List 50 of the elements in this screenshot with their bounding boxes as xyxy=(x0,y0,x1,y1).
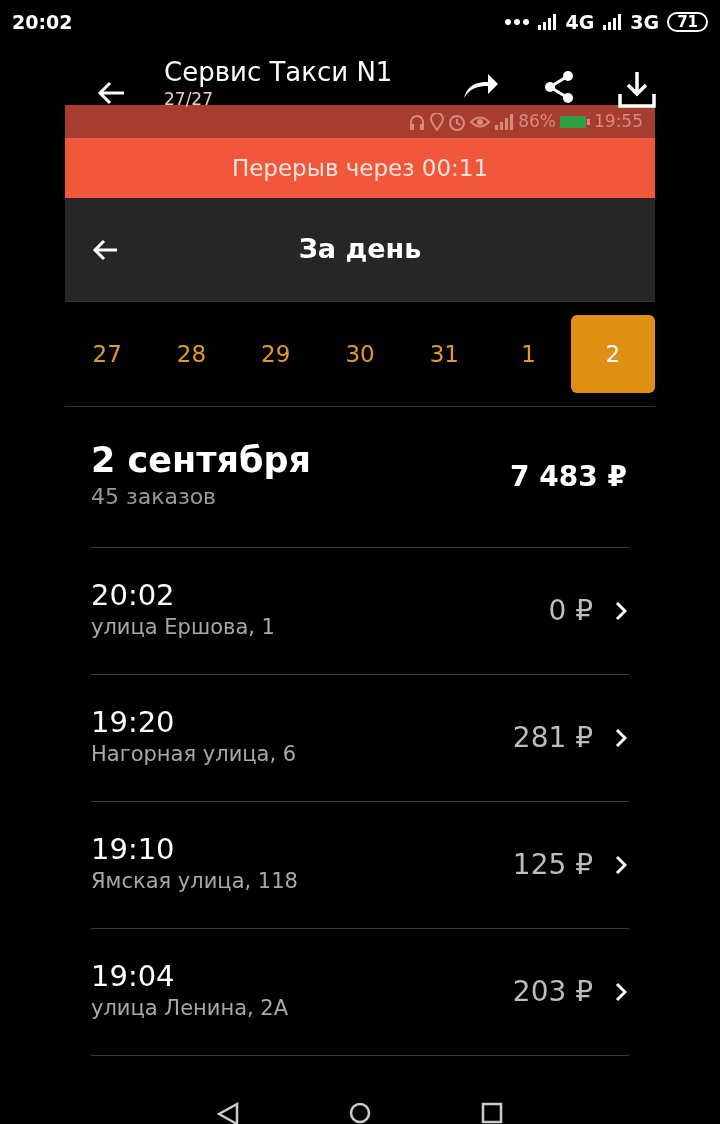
home-icon[interactable] xyxy=(349,1102,371,1124)
day-tab[interactable]: 27 xyxy=(65,315,150,393)
chevron-right-icon[interactable] xyxy=(615,728,627,748)
order-price: 281 ₽ xyxy=(512,720,593,756)
day-tab[interactable]: 31 xyxy=(402,315,487,393)
date-heading: 2 сентября xyxy=(91,441,311,480)
back-arrow-icon[interactable] xyxy=(96,80,126,106)
day-total: 7 483 ₽ xyxy=(510,459,627,495)
chevron-right-icon[interactable] xyxy=(615,982,627,1002)
chevron-right-icon[interactable] xyxy=(615,601,627,621)
order-time: 20:02 xyxy=(91,578,176,612)
download-icon[interactable] xyxy=(618,70,656,108)
order-count: 45 заказов xyxy=(91,482,218,511)
battery-icon xyxy=(560,114,590,129)
order-time: 19:04 xyxy=(91,959,176,993)
dots-icon xyxy=(505,19,530,26)
order-time: 19:20 xyxy=(91,705,176,739)
chevron-right-icon[interactable] xyxy=(615,855,627,875)
signal-icon xyxy=(494,112,515,131)
order-time: 19:10 xyxy=(91,832,176,866)
battery-percent: 86% xyxy=(518,109,556,133)
signal-icon xyxy=(537,13,558,32)
signal-icon xyxy=(602,13,623,32)
day-tab[interactable]: 1 xyxy=(486,315,571,393)
order-price: 125 ₽ xyxy=(512,847,593,883)
order-address: улица Ленина, 2А xyxy=(91,994,289,1022)
battery-level: 71 xyxy=(667,12,708,33)
order-price: 0 ₽ xyxy=(548,593,593,629)
break-notice: Перерыв через 00:11 xyxy=(231,153,489,183)
image-counter: 27/27 xyxy=(164,87,214,111)
network-type: 3G xyxy=(630,10,660,35)
order-address: Нагорная улица, 6 xyxy=(91,740,297,768)
day-tab[interactable]: 28 xyxy=(149,315,234,393)
clock-time: 19:55 xyxy=(594,109,643,133)
back-arrow-icon[interactable] xyxy=(91,237,119,262)
order-address: Ямская улица, 118 xyxy=(91,867,298,895)
order-address: улица Ершова, 1 xyxy=(91,613,275,641)
location-icon xyxy=(430,112,445,131)
day-tab[interactable]: 30 xyxy=(317,315,403,393)
headphones-icon xyxy=(408,112,427,131)
network-type: 4G xyxy=(565,10,595,35)
day-tab[interactable]: 29 xyxy=(233,315,318,393)
image-title: Сервис Такси N1 xyxy=(164,58,393,87)
alarm-icon xyxy=(448,112,467,131)
recents-icon[interactable] xyxy=(481,1102,503,1124)
share-icon[interactable] xyxy=(544,70,574,104)
clock-time: 20:02 xyxy=(12,10,73,35)
screen-title: За день xyxy=(298,232,422,267)
order-price: 203 ₽ xyxy=(512,974,593,1010)
back-icon[interactable] xyxy=(217,1102,239,1124)
